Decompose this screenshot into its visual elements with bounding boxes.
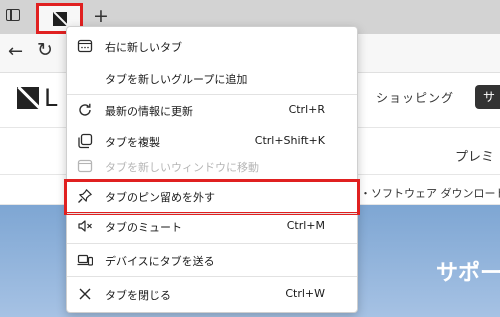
menu-item-label: 最新の情報に更新 <box>105 105 193 118</box>
site-logo-text[interactable]: L <box>44 84 57 112</box>
nav-support-button[interactable]: サ <box>475 85 500 109</box>
menu-item-label: デバイスにタブを送る <box>105 255 215 268</box>
menu-item-close-tab[interactable]: タブを閉じる Ctrl+W <box>67 279 357 310</box>
window-icon <box>77 158 93 174</box>
menu-item-new-tab-right[interactable]: 右に新しいタブ <box>67 31 357 62</box>
mute-icon <box>77 218 93 234</box>
menu-item-label: タブを複製 <box>105 136 160 149</box>
duplicate-icon <box>77 133 93 149</box>
shortcut-text: Ctrl+R <box>288 103 325 116</box>
highlight-box <box>64 179 360 215</box>
shortcut-text: Ctrl+W <box>285 287 325 300</box>
nav-shopping-link[interactable]: ショッピング <box>376 89 454 106</box>
hero-title: サポー <box>436 261 500 286</box>
site-logo-icon[interactable] <box>17 87 39 109</box>
tab-actions-icon[interactable] <box>6 9 20 21</box>
reload-button[interactable]: ↻ <box>37 39 53 61</box>
close-icon <box>77 286 93 302</box>
new-tab-button[interactable]: + <box>93 5 109 27</box>
menu-item-label: タブを新しいウィンドウに移動 <box>105 161 259 174</box>
menu-item-refresh[interactable]: 最新の情報に更新 Ctrl+R <box>67 95 357 126</box>
site-favicon-icon <box>53 12 67 26</box>
device-icon <box>77 252 94 268</box>
menu-item-label: 右に新しいタブ <box>105 41 182 54</box>
menu-item-label: タブを新しいグループに追加 <box>105 73 248 86</box>
menu-separator <box>67 243 357 244</box>
menu-separator <box>67 276 357 277</box>
back-button[interactable]: ← <box>8 41 23 62</box>
menu-item-add-to-group[interactable]: タブを新しいグループに追加 <box>67 63 357 94</box>
menu-item-label: タブを閉じる <box>105 289 171 302</box>
shortcut-text: Ctrl+Shift+K <box>254 134 325 147</box>
tab-context-menu: 右に新しいタブ タブを新しいグループに追加 最新の情報に更新 Ctrl+R タブ… <box>64 26 360 313</box>
menu-item-send-to-device[interactable]: デバイスにタブを送る <box>67 245 357 276</box>
software-download-link[interactable]: ・ソフトウェア ダウンロード <box>360 185 500 201</box>
refresh-icon <box>77 102 93 118</box>
shortcut-text: Ctrl+M <box>286 219 325 232</box>
menu-item-mute-tab[interactable]: タブのミュート Ctrl+M <box>67 211 357 242</box>
new-tab-icon <box>77 38 93 54</box>
premium-link[interactable]: プレミ <box>455 146 494 165</box>
menu-item-label: タブのミュート <box>105 221 182 234</box>
menu-item-move-to-new-window: タブを新しいウィンドウに移動 <box>67 151 357 182</box>
